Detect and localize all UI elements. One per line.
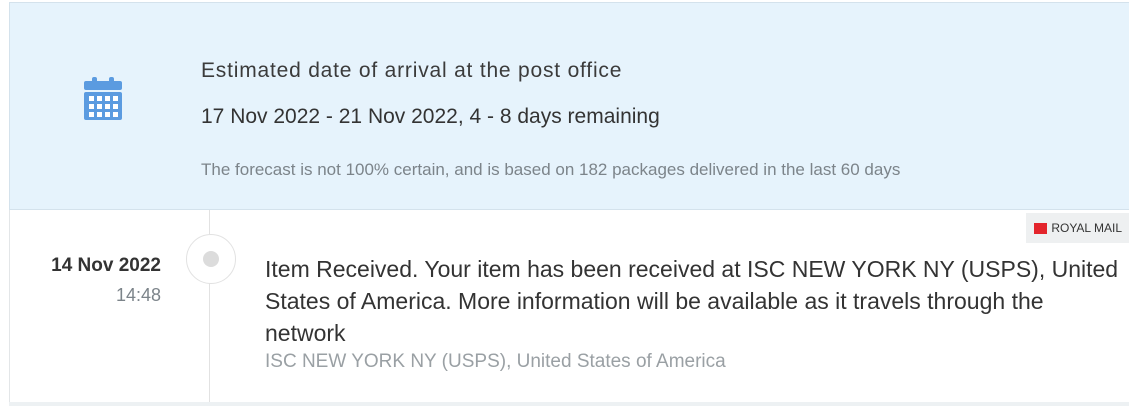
event-date: 14 Nov 2022 — [51, 255, 161, 276]
tracking-event: 14 Nov 2022 14:48 Item Received. Your it… — [9, 210, 1129, 406]
calendar-icon — [83, 77, 123, 121]
timeline-dot — [186, 234, 236, 284]
event-location: ISC NEW YORK NY (USPS), United States of… — [265, 351, 726, 372]
carrier-name: ROYAL MAIL — [1051, 221, 1122, 235]
royal-mail-logo-icon — [1034, 222, 1048, 234]
estimate-title: Estimated date of arrival at the post of… — [201, 59, 623, 82]
timeline-dot-inner — [203, 251, 219, 267]
carrier-badge: ROYAL MAIL — [1026, 213, 1129, 243]
estimated-arrival-panel: Estimated date of arrival at the post of… — [9, 2, 1129, 210]
estimate-date-range: 17 Nov 2022 - 21 Nov 2022, 4 - 8 days re… — [201, 105, 660, 128]
event-description: Item Received. Your item has been receiv… — [265, 256, 1119, 346]
bottom-divider — [9, 402, 1129, 406]
event-time: 14:48 — [115, 285, 161, 305]
estimate-note: The forecast is not 100% certain, and is… — [201, 160, 901, 179]
